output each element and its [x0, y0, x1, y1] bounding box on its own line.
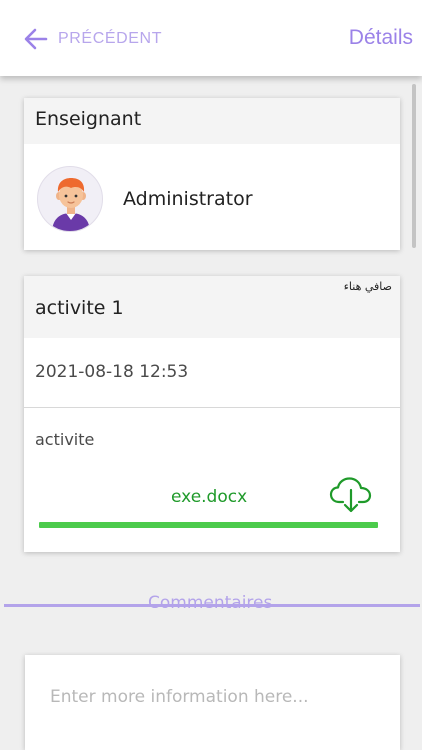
activity-description: activite: [35, 430, 95, 449]
cloud-download-icon[interactable]: [329, 476, 373, 514]
teacher-name: Administrator: [123, 188, 253, 210]
activity-header: صافي هناء activite 1: [24, 276, 400, 338]
comments-label: Commentaires: [148, 593, 273, 613]
user-avatar-icon: [37, 166, 103, 232]
activity-body: activite exe.docx: [24, 408, 400, 552]
teacher-heading: Enseignant: [24, 98, 400, 144]
upload-progress-bar: [39, 522, 378, 528]
teacher-info: Administrator: [24, 144, 400, 250]
page-title: Détails: [348, 26, 413, 49]
comments-divider: Commentaires: [0, 592, 422, 618]
activity-author: صافي هناء: [343, 280, 392, 293]
upload-progress-fill: [39, 522, 378, 528]
back-button-label: PRÉCÉDENT: [58, 30, 163, 47]
attachment-file-link[interactable]: exe.docx: [171, 487, 247, 507]
app-header: PRÉCÉDENT Détails: [0, 0, 422, 76]
back-button[interactable]: PRÉCÉDENT: [24, 26, 162, 52]
scrollbar-thumb[interactable]: [412, 84, 416, 248]
activity-title: activite 1: [35, 297, 124, 319]
activity-card: صافي هناء activite 1 2021-08-18 12:53 ac…: [24, 276, 400, 552]
teacher-card: Enseignant Administrator: [24, 98, 400, 250]
activity-date: 2021-08-18 12:53: [24, 338, 400, 408]
arrow-left-icon: [24, 28, 48, 50]
comment-input[interactable]: [25, 655, 400, 750]
